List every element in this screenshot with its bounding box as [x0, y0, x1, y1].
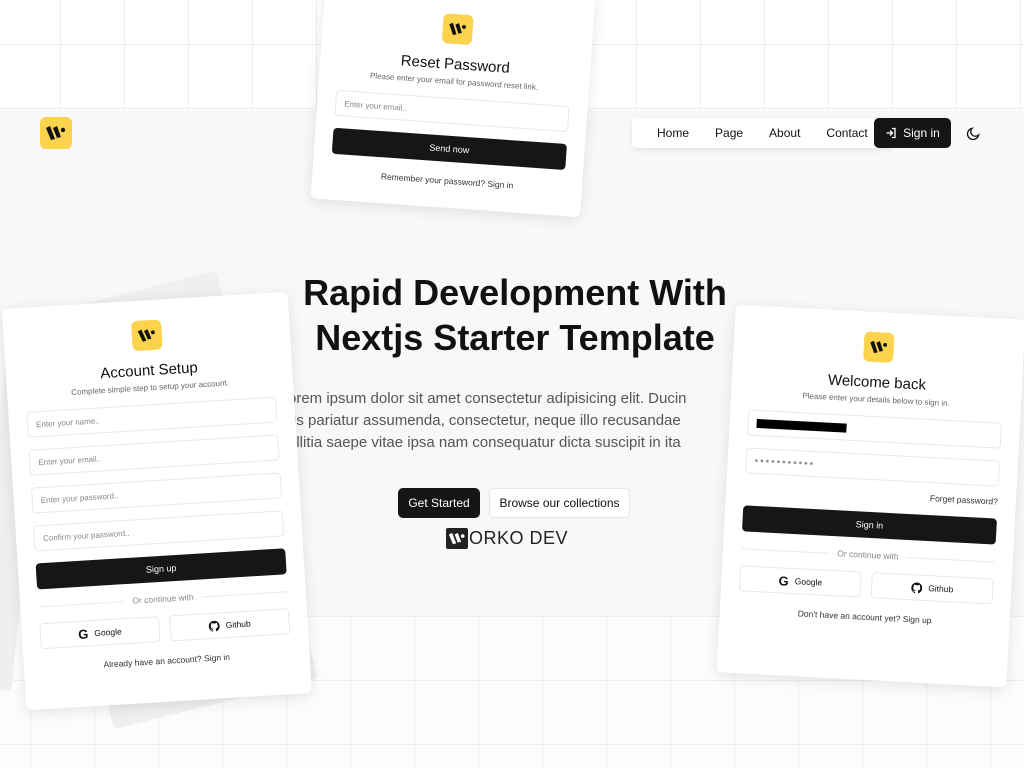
worko-mark-icon [446, 527, 468, 549]
or-continue-divider: Or continue with [741, 543, 995, 566]
hero-title: Rapid Development With Nextjs Starter Te… [270, 270, 760, 360]
password-input[interactable]: Enter your password.. [30, 472, 283, 514]
card-title: Reset Password [400, 52, 511, 77]
brand-logo[interactable] [40, 117, 72, 149]
google-label: Google [794, 576, 823, 588]
card-subtitle: Please enter your email for password res… [369, 71, 539, 92]
card-logo [441, 13, 474, 46]
send-now-button[interactable]: Send now [331, 127, 567, 171]
hero-description: orem ipsum dolor sit amet consectetur ad… [288, 388, 722, 454]
github-icon [208, 620, 220, 632]
get-started-button[interactable]: Get Started [398, 488, 480, 518]
google-label: Google [93, 626, 122, 639]
divider-text: Or continue with [836, 548, 899, 562]
login-email-input[interactable] [747, 409, 1003, 449]
wordmark-text: ORKO DEV [469, 527, 569, 548]
redacted-email-value [756, 418, 847, 433]
email-input[interactable]: Enter your email.. [28, 434, 280, 476]
divider-text: Or continue with [132, 591, 194, 606]
google-button[interactable]: G Google [39, 616, 161, 650]
login-card: Welcome back Please enter your details b… [716, 304, 1024, 688]
worko-logo-icon [449, 22, 466, 35]
nav-item-page[interactable]: Page [715, 126, 743, 140]
hero-text-line: us pariatur assumenda, consectetur, nequ… [288, 412, 681, 429]
moon-icon [966, 126, 980, 140]
github-button[interactable]: Github [169, 608, 291, 642]
login-password-input[interactable]: ••••••••••• [745, 447, 1001, 487]
card-subtitle: Complete simple step to setup your accou… [71, 378, 230, 398]
card-logo [863, 331, 895, 363]
worko-logo-icon [137, 329, 155, 342]
login-arrow-icon [886, 127, 896, 139]
browse-collections-button[interactable]: Browse our collections [489, 488, 630, 518]
signup-link[interactable]: Don't have an account yet? Sign up [798, 608, 932, 625]
worko-logo-icon [46, 126, 66, 140]
worko-wordmark: ORKO DEV [446, 527, 568, 549]
theme-toggle-button[interactable] [962, 122, 984, 144]
github-icon [911, 582, 923, 593]
divider-line [201, 590, 288, 597]
github-button[interactable]: Github [870, 572, 994, 605]
google-icon: G [778, 572, 790, 589]
google-button[interactable]: G Google [738, 565, 863, 598]
nav-item-contact[interactable]: Contact [826, 126, 867, 140]
card-subtitle: Please enter your details below to sign … [802, 391, 950, 408]
social-buttons: G Google Github [738, 565, 994, 605]
nav-item-home[interactable]: Home [657, 126, 689, 140]
account-setup-card: Account Setup Complete simple step to se… [1, 291, 313, 711]
hero-text-line: ollitia saepe vitae ipsa nam consequatur… [288, 434, 681, 451]
card-title: Welcome back [827, 371, 927, 394]
sign-in-button[interactable]: Sign in [741, 505, 997, 545]
google-icon: G [77, 625, 89, 642]
reset-footer-link[interactable]: Remember your password? Sign in [381, 171, 514, 190]
divider-line [38, 600, 125, 607]
hero-title-line: Rapid Development With [303, 272, 727, 313]
hero-title-line: Nextjs Starter Template [315, 317, 715, 358]
social-buttons: G Google Github [39, 608, 291, 650]
nav-item-about[interactable]: About [769, 126, 800, 140]
forgot-password-link[interactable]: Forget password? [744, 483, 998, 507]
confirm-password-input[interactable]: Confirm your password.. [33, 510, 285, 552]
nav-signin-button[interactable]: Sign in [874, 118, 951, 148]
reset-email-input[interactable]: Enter your email.. [334, 89, 570, 133]
password-dots: ••••••••••• [754, 455, 816, 470]
github-label: Github [927, 583, 954, 595]
card-logo [130, 319, 163, 352]
divider-line [741, 547, 830, 554]
or-continue-divider: Or continue with [38, 586, 288, 611]
divider-line [906, 556, 995, 563]
signin-link[interactable]: Already have an account? Sign in [103, 652, 230, 670]
name-input[interactable]: Enter your name.. [26, 396, 278, 438]
card-title: Account Setup [99, 359, 199, 383]
sign-up-button[interactable]: Sign up [35, 548, 287, 590]
hero-text-line: orem ipsum dolor sit amet consectetur ad… [288, 390, 687, 407]
reset-password-card: Reset Password Please enter your email f… [310, 0, 596, 218]
github-label: Github [225, 618, 251, 631]
main-nav: Home Page About Contact [632, 118, 893, 148]
worko-logo-icon [870, 340, 887, 354]
nav-signin-label: Sign in [903, 126, 940, 140]
